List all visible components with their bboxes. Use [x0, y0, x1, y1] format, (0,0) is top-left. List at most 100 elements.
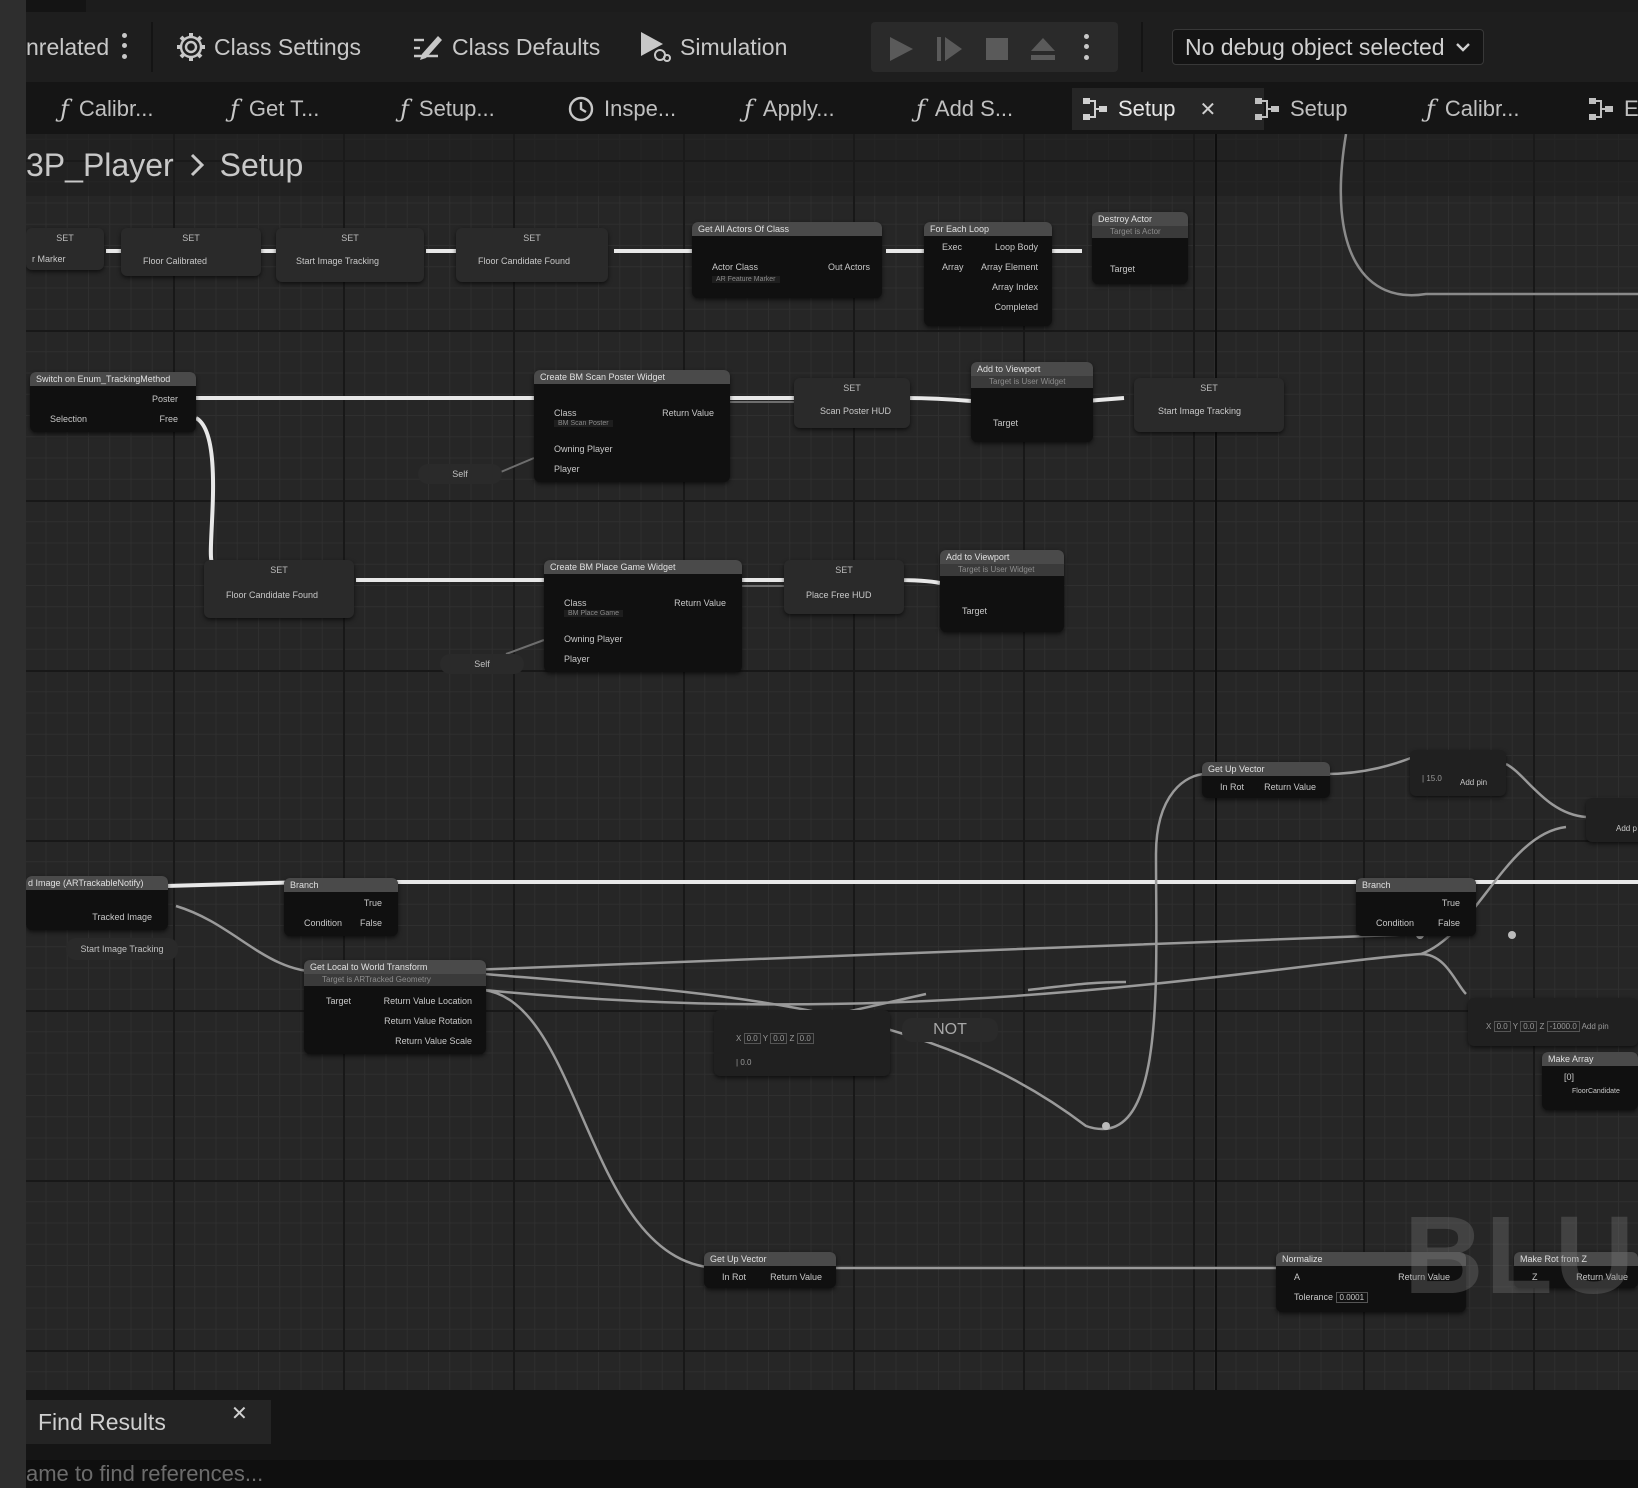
tab-function[interactable]: ƒ Calibr... — [50, 88, 163, 130]
get-start-tracking-node[interactable]: Start Image Tracking — [66, 938, 178, 960]
play-icon[interactable] — [887, 35, 915, 63]
pin-label: Start Image Tracking — [296, 256, 380, 266]
tab-setup-active[interactable]: Setup ✕ — [1072, 88, 1264, 130]
find-results-label: Find Results — [38, 1408, 166, 1435]
debug-object-selector[interactable]: No debug object selected — [1172, 29, 1484, 65]
branch-node[interactable]: Branch Condition True False — [284, 878, 398, 936]
blueprint-watermark: BLUE — [1404, 1194, 1638, 1317]
tab-label: Calibr... — [1444, 96, 1520, 121]
function-icon: ƒ — [400, 95, 409, 123]
class-defaults-button[interactable]: Class Defaults — [412, 34, 600, 60]
for-each-loop-node[interactable]: For Each Loop Exec Array Loop Body Array… — [924, 222, 1052, 326]
class-defaults-label: Class Defaults — [452, 33, 601, 60]
pin-label: Actor Class — [712, 262, 759, 272]
graph-wires — [106, 134, 1638, 1270]
stop-icon[interactable] — [983, 35, 1011, 63]
set-node[interactable]: SET Floor Candidate Found — [456, 228, 608, 282]
equal-vector-node[interactable]: X 0.0 Y 0.0 Z 0.0 | 0.0 — [714, 1010, 890, 1076]
gear-icon — [177, 33, 205, 61]
close-icon[interactable]: ✕ — [231, 1401, 248, 1426]
set-node[interactable]: SET Floor Candidate Found — [204, 560, 354, 618]
play-controls — [871, 22, 1118, 72]
tab-graph[interactable]: E — [1578, 88, 1638, 130]
graph-icon — [1083, 98, 1107, 120]
close-icon[interactable]: ✕ — [1200, 97, 1217, 122]
class-dropdown[interactable]: BM Place Game — [564, 610, 623, 617]
get-up-vector-node[interactable]: Get Up Vector In Rot Return Value — [704, 1252, 836, 1288]
add-node[interactable]: Add p — [1586, 798, 1638, 842]
multiply-node[interactable]: | 15.0 Add pin — [1410, 750, 1506, 796]
pin-label: Out Actors — [827, 262, 870, 272]
set-node[interactable]: SET Start Image Tracking — [1134, 378, 1284, 432]
add-to-viewport-node[interactable]: Add to Viewport Target is User Widget Ta… — [940, 550, 1064, 632]
make-vector-node[interactable]: X 0.0 Y 0.0 Z -1000.0 Add pin — [1468, 998, 1638, 1046]
function-icon: ƒ — [744, 95, 753, 123]
branch-node[interactable]: Branch Condition True False — [1356, 878, 1476, 936]
simulation-label: Simulation — [680, 33, 788, 60]
make-array-node[interactable]: Make Array [0] FloorCandidate — [1542, 1052, 1638, 1110]
play-options-icon[interactable] — [1081, 31, 1091, 63]
create-scan-widget-node[interactable]: Create BM Scan Poster Widget Class BM Sc… — [534, 370, 730, 482]
blueprint-toolbar: nrelated Class Settings Class Defaults S… — [26, 12, 1638, 82]
tab-label: Setup — [1290, 96, 1348, 121]
tab-function[interactable]: ƒ Get T... — [220, 88, 329, 130]
function-icon: ƒ — [1426, 95, 1435, 123]
tab-inspect[interactable]: Inspe... — [558, 88, 686, 130]
find-results-panel: Find Results ✕ — [26, 1390, 1638, 1488]
tab-label: Apply... — [762, 96, 835, 121]
switch-on-enum-node[interactable]: Switch on Enum_TrackingMethod Selection … — [30, 372, 196, 432]
class-dropdown[interactable]: BM Scan Poster — [554, 420, 613, 427]
graph-icon — [1255, 98, 1279, 120]
graph-icon — [1589, 98, 1613, 120]
tab-function[interactable]: ƒ Setup... — [390, 88, 505, 130]
tab-label: Inspe... — [604, 96, 677, 121]
class-settings-label: Class Settings — [214, 33, 362, 60]
blueprint-graph-canvas[interactable]: 3P_Player Setup SET r Marker SET Floor C… — [26, 134, 1638, 1390]
pin-label: Floor Candidate Found — [478, 256, 571, 266]
tab-label: Setup — [1118, 96, 1176, 121]
toolbar-overflow-icon[interactable] — [119, 30, 129, 62]
pin-label: r Marker — [32, 254, 66, 264]
class-dropdown[interactable]: AR Feature Marker — [712, 276, 780, 283]
tab-setup[interactable]: Setup — [1244, 88, 1358, 130]
tab-label: Get T... — [248, 96, 320, 121]
unrelated-filter[interactable]: nrelated — [26, 34, 109, 60]
edit-document-icon — [414, 36, 442, 60]
function-tab-bar: ƒ Calibr... ƒ Get T... ƒ Setup... Inspe... … — [26, 82, 1638, 134]
left-panel-edge — [0, 0, 26, 1488]
set-node[interactable]: SET Place Free HUD — [784, 560, 904, 614]
event-image-tracked-node[interactable]: d Image (ARTrackableNotify) Tracked Imag… — [26, 876, 168, 930]
set-node[interactable]: SET Start Image Tracking — [276, 228, 424, 282]
self-node[interactable]: Self — [418, 464, 502, 484]
unrelated-label: nrelated — [26, 33, 110, 60]
tab-function[interactable]: ƒ Add S... — [906, 88, 1023, 130]
simulation-icon — [641, 32, 671, 62]
toolbar-divider — [151, 22, 153, 72]
function-icon: ƒ — [916, 95, 925, 123]
set-node[interactable]: SET r Marker — [26, 228, 104, 270]
not-node[interactable]: NOT — [902, 1018, 998, 1042]
class-settings-button[interactable]: Class Settings — [176, 33, 362, 61]
self-node[interactable]: Self — [440, 654, 524, 674]
get-up-vector-node[interactable]: Get Up Vector In Rot Return Value — [1202, 762, 1330, 798]
create-place-widget-node[interactable]: Create BM Place Game Widget Class BM Pla… — [544, 560, 742, 672]
tab-function[interactable]: ƒ Calibr... — [1416, 88, 1529, 130]
tab-label: Setup... — [418, 96, 495, 121]
destroy-actor-node[interactable]: Destroy Actor Target is Actor Target — [1092, 212, 1188, 284]
get-local-to-world-node[interactable]: Get Local to World Transform Target is A… — [304, 960, 486, 1054]
toolbar-divider — [1141, 22, 1143, 72]
add-to-viewport-node[interactable]: Add to Viewport Target is User Widget Ta… — [971, 362, 1093, 442]
set-node[interactable]: SET Scan Poster HUD — [794, 378, 910, 428]
tab-label: Add S... — [934, 96, 1014, 121]
pin-label: Floor Calibrated — [143, 256, 208, 266]
get-all-actors-node[interactable]: Get All Actors Of Class Actor Class Out … — [692, 222, 882, 298]
find-references-input[interactable] — [26, 1460, 1638, 1488]
tab-label: E — [1624, 96, 1638, 121]
set-node[interactable]: SET Floor Calibrated — [121, 228, 261, 276]
tab-function[interactable]: ƒ Apply... — [734, 88, 845, 130]
clock-icon — [568, 96, 594, 122]
step-icon[interactable] — [935, 35, 963, 63]
simulation-button[interactable]: Simulation — [638, 32, 788, 62]
debug-selector-value: No debug object selected — [1185, 33, 1445, 60]
eject-icon[interactable] — [1029, 35, 1057, 63]
